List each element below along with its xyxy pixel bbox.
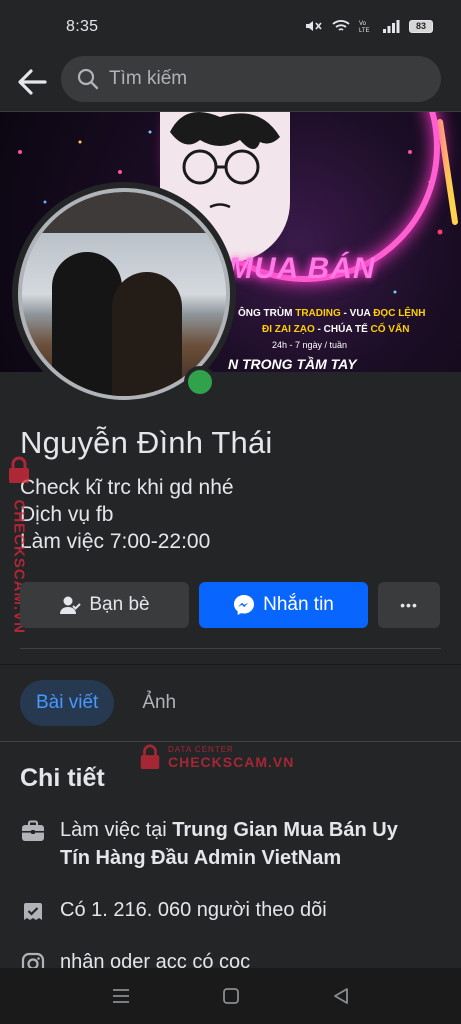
- bio-line: Check kĩ trc khi gd nhé: [20, 476, 234, 499]
- mute-icon: [306, 21, 322, 31]
- watermark-horizontal: DATA CENTER CHECKSCAM.VN: [138, 742, 294, 772]
- more-options-button[interactable]: •••: [378, 582, 440, 628]
- search-icon: [77, 68, 99, 90]
- wifi-icon: [332, 20, 350, 31]
- details-heading: Chi tiết: [20, 764, 105, 792]
- volte-icon: VoLTE: [359, 21, 370, 33]
- home-square-icon: [222, 988, 239, 1004]
- tab-posts[interactable]: Bài viết: [20, 680, 115, 726]
- bio-line: Làm việc 7:00-22:00: [20, 530, 211, 553]
- cover-text-line: 24h - 7 ngày / tuần: [272, 340, 348, 350]
- message-label: Nhắn tin: [263, 594, 334, 615]
- briefcase-icon: [20, 820, 46, 842]
- system-back-button[interactable]: [286, 968, 396, 1024]
- avatar-photo-person: [112, 272, 182, 396]
- menu-icon: [112, 989, 129, 1003]
- status-bar: 8:35 Vo LTE 83: [0, 0, 461, 56]
- profile-actions: Bạn bè Nhắn tin •••: [20, 582, 440, 628]
- top-bar: [0, 56, 461, 112]
- svg-text:LTE: LTE: [359, 28, 370, 33]
- friends-button[interactable]: Bạn bè: [20, 582, 189, 628]
- search-input[interactable]: [109, 68, 389, 90]
- cover-text-line: ĐI ZAI ZẠO - CHÚA TỂ CỐ VẤN: [262, 324, 410, 335]
- status-time: 8:35: [66, 18, 99, 35]
- more-icon: •••: [400, 597, 418, 613]
- watermark-text: CHECKSCAM.VN: [168, 753, 295, 770]
- followers-icon: [20, 900, 46, 924]
- bio-line: Dịch vụ fb: [20, 503, 114, 526]
- profile-name: Nguyễn Đình Thái: [20, 425, 273, 460]
- section-divider: [0, 664, 461, 665]
- arrow-left-icon: [18, 69, 47, 95]
- battery-icon: 83: [409, 19, 433, 33]
- profile-bio: Check kĩ trc khi gd nhé Dịch vụ fb Làm v…: [20, 474, 234, 555]
- system-nav-bar: [0, 968, 461, 1024]
- friends-icon: [59, 595, 82, 615]
- recent-apps-button[interactable]: [66, 968, 176, 1024]
- message-button[interactable]: Nhắn tin: [199, 582, 368, 628]
- profile-tabs: Bài viết Ảnh: [20, 680, 192, 726]
- divider: [20, 648, 441, 649]
- detail-followers-text: Có 1. 216. 060 người theo dõi: [60, 899, 327, 921]
- detail-work-text: Làm việc tại Trung Gian Mua Bán Uy Tín H…: [60, 819, 398, 869]
- cover-title: MUA BÁN: [228, 252, 376, 285]
- friends-label: Bạn bè: [89, 594, 150, 615]
- tabs-divider: [0, 741, 461, 742]
- detail-followers[interactable]: Có 1. 216. 060 người theo dõi: [20, 896, 430, 924]
- cover-text-line: N TRONG TẦM TAY: [228, 356, 357, 372]
- svg-text:Vo: Vo: [359, 21, 367, 27]
- tab-photos[interactable]: Ảnh: [126, 680, 192, 726]
- triangle-back-icon: [333, 988, 348, 1004]
- lock-icon: [140, 744, 160, 769]
- signal-icon: [383, 20, 400, 33]
- messenger-icon: [233, 594, 255, 616]
- detail-work[interactable]: Làm việc tại Trung Gian Mua Bán Uy Tín H…: [20, 816, 430, 872]
- cover-text-line: ÔNG TRÙM TRADING - VUA ĐỌC LỆNH: [238, 308, 426, 319]
- search-bar[interactable]: [61, 56, 441, 102]
- watermark-sub: DATA CENTER: [168, 744, 234, 754]
- back-button[interactable]: [14, 64, 50, 100]
- status-icons: Vo LTE 83: [303, 19, 433, 33]
- online-status-dot: [184, 366, 216, 398]
- home-button[interactable]: [176, 968, 286, 1024]
